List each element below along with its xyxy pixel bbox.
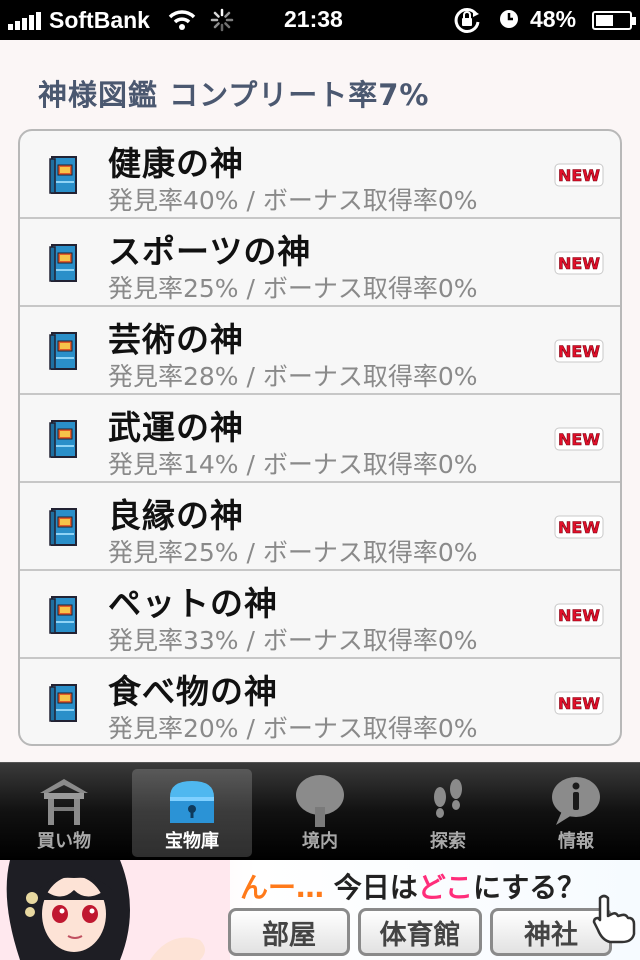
god-list-item[interactable]: 芸術の神 発見率28% / ボーナス取得率0% NEW <box>20 307 620 395</box>
item-rates: 発見率20% / ボーナス取得率0% <box>108 714 478 743</box>
item-rates: 発見率28% / ボーナス取得率0% <box>108 362 478 391</box>
battery-percentage: 48% <box>530 6 577 32</box>
item-rates: 発見率25% / ボーナス取得率0% <box>108 538 478 567</box>
new-badge: NEW <box>554 251 604 275</box>
item-title: 健康の神 <box>108 144 244 183</box>
book-icon <box>48 243 78 283</box>
treasure-chest-icon <box>170 781 214 823</box>
anime-girl-illustration <box>0 860 230 960</box>
item-rates: 発見率40% / ボーナス取得率0% <box>108 186 478 215</box>
clock: 21:38 <box>284 6 343 32</box>
item-title: スポーツの神 <box>108 232 312 271</box>
new-badge: NEW <box>554 163 604 187</box>
svg-text:NEW: NEW <box>558 694 600 713</box>
book-icon <box>48 507 78 547</box>
book-icon <box>48 419 78 459</box>
svg-text:NEW: NEW <box>558 166 600 185</box>
tab-label-info: 情報 <box>558 831 594 852</box>
banner-prompt-part1: んー… <box>240 871 325 904</box>
info-bubble-icon <box>552 777 600 825</box>
banner-button-room[interactable]: 部屋 <box>228 908 350 956</box>
shrine-roof-icon <box>40 779 88 825</box>
new-badge: NEW <box>554 603 604 627</box>
page-title: 神様図鑑 コンプリート率7% <box>38 78 430 112</box>
pointing-hand-icon <box>592 894 636 944</box>
book-icon <box>48 683 78 723</box>
wifi-icon <box>168 10 196 30</box>
item-title: 良縁の神 <box>108 496 244 535</box>
banner-prompt: んー… 今日はどこにする？ <box>240 866 585 906</box>
banner-prompt-part2: 今日は <box>333 871 418 904</box>
item-title: 武運の神 <box>108 408 244 447</box>
banner-prompt-part3: どこ <box>417 871 473 904</box>
svg-text:NEW: NEW <box>558 430 600 449</box>
item-rates: 発見率25% / ボーナス取得率0% <box>108 274 478 303</box>
god-list-item[interactable]: 健康の神 発見率40% / ボーナス取得率0% NEW <box>20 131 620 219</box>
svg-text:NEW: NEW <box>558 254 600 273</box>
tab-label-precincts: 境内 <box>302 831 338 852</box>
signal-strength-icon <box>8 10 41 30</box>
tab-label-shopping: 買い物 <box>37 831 91 852</box>
item-rates: 発見率33% / ボーナス取得率0% <box>108 626 478 655</box>
banner-button-gym[interactable]: 体育館 <box>358 908 482 956</box>
new-badge: NEW <box>554 427 604 451</box>
tab-label-explore: 探索 <box>430 831 466 852</box>
tab-explore[interactable]: 探索 <box>388 769 508 857</box>
svg-text:NEW: NEW <box>558 518 600 537</box>
tab-shopping[interactable]: 買い物 <box>4 769 124 857</box>
status-bar: SoftBank 21:38 48% <box>0 0 640 40</box>
footprints-icon <box>434 779 462 818</box>
book-icon <box>48 155 78 195</box>
god-list-item[interactable]: 良縁の神 発見率25% / ボーナス取得率0% NEW <box>20 483 620 571</box>
god-list-item[interactable]: スポーツの神 発見率25% / ボーナス取得率0% NEW <box>20 219 620 307</box>
book-icon <box>48 331 78 371</box>
alarm-icon <box>500 10 518 28</box>
battery-icon <box>592 11 636 30</box>
ad-banner[interactable]: んー… 今日はどこにする？ 部屋 体育館 神社 <box>0 860 640 960</box>
tab-treasury[interactable]: 宝物庫 <box>132 769 252 857</box>
item-title: ペットの神 <box>108 584 278 623</box>
god-list-item[interactable]: 武運の神 発見率14% / ボーナス取得率0% NEW <box>20 395 620 483</box>
book-icon <box>48 595 78 635</box>
tab-label-treasury: 宝物庫 <box>165 831 219 852</box>
tab-info[interactable]: 情報 <box>516 769 636 857</box>
svg-text:NEW: NEW <box>558 606 600 625</box>
tab-bar: 買い物 宝物庫 境内 探索 情報 <box>0 762 640 860</box>
god-list: 健康の神 発見率40% / ボーナス取得率0% NEW スポーツの神 発見率25… <box>18 129 622 746</box>
svg-text:NEW: NEW <box>558 342 600 361</box>
carrier-name: SoftBank <box>49 6 150 33</box>
item-title: 芸術の神 <box>108 320 244 359</box>
item-rates: 発見率14% / ボーナス取得率0% <box>108 450 478 479</box>
item-title: 食べ物の神 <box>108 672 278 711</box>
god-list-item[interactable]: 食べ物の神 発見率20% / ボーナス取得率0% NEW <box>20 659 620 744</box>
tab-precincts[interactable]: 境内 <box>260 769 380 857</box>
activity-spinner-icon <box>210 8 234 32</box>
new-badge: NEW <box>554 515 604 539</box>
banner-prompt-part4: にする？ <box>472 871 586 904</box>
rotation-lock-icon <box>454 7 480 33</box>
tree-icon <box>296 775 344 827</box>
new-badge: NEW <box>554 339 604 363</box>
god-list-item[interactable]: ペットの神 発見率33% / ボーナス取得率0% NEW <box>20 571 620 659</box>
new-badge: NEW <box>554 691 604 715</box>
